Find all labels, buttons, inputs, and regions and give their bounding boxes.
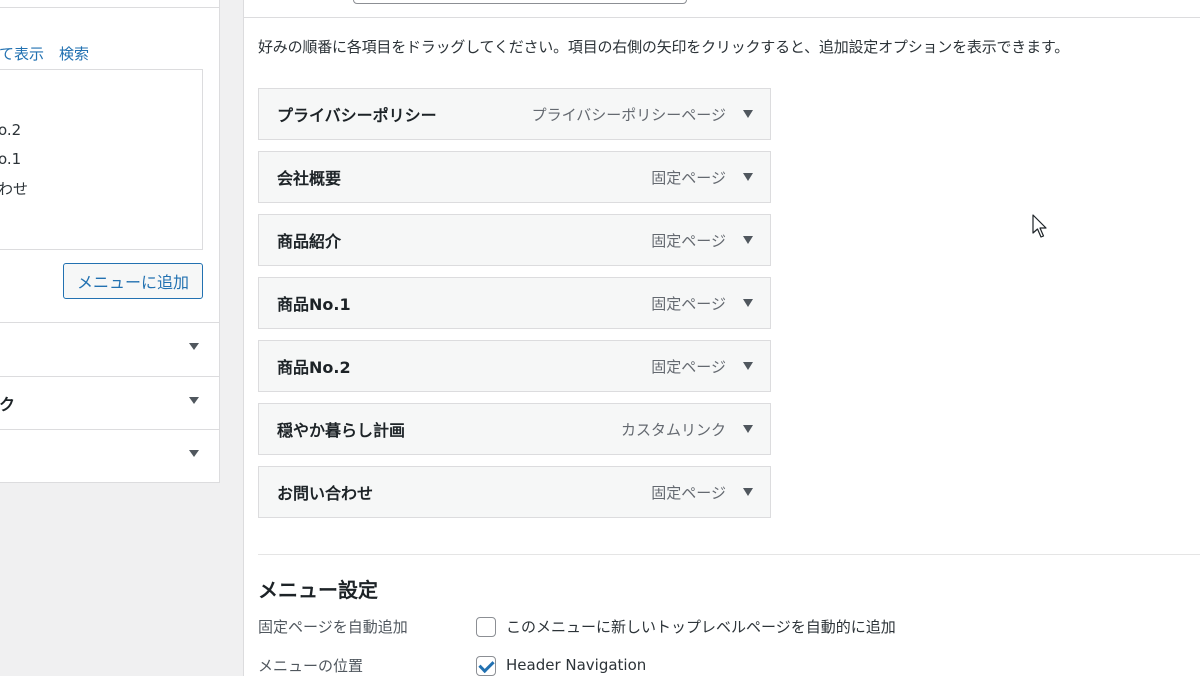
menu-item-type: 固定ページ xyxy=(651,357,726,376)
accordion-label: ク xyxy=(0,395,16,414)
triangle-down-icon[interactable] xyxy=(743,173,753,181)
instruction-text: 好みの順番に各項目をドラッグしてください。項目の右側の矢印をクリックすると、追加… xyxy=(258,38,1070,56)
menu-item-type: 固定ページ xyxy=(651,483,726,502)
menu-item-product-2[interactable]: 商品No.2 固定ページ xyxy=(258,340,771,392)
triangle-down-icon[interactable] xyxy=(743,425,753,433)
tab-view-all[interactable]: て表示 xyxy=(0,43,44,64)
menu-location-label: メニューの位置 xyxy=(258,657,364,675)
section-divider xyxy=(258,554,1200,555)
menu-structure-panel: 好みの順番に各項目をドラッグしてください。項目の右側の矢印をクリックすると、追加… xyxy=(243,0,1200,676)
menu-item-title: お問い合わせ xyxy=(277,484,374,503)
menu-item-privacy-policy[interactable]: プライバシーポリシー プライバシーポリシーページ xyxy=(258,88,771,140)
menu-item-product-1[interactable]: 商品No.1 固定ページ xyxy=(258,277,771,329)
triangle-down-icon[interactable] xyxy=(743,299,753,307)
menu-item-type: カスタムリンク xyxy=(620,420,726,439)
menu-item-type: プライバシーポリシーページ xyxy=(531,105,726,124)
add-menu-items-panel: て表示 検索 o.2 o.1 わせ メニューに追加 ク xyxy=(0,0,220,483)
header-navigation-text[interactable]: Header Navigation xyxy=(506,656,646,674)
list-item[interactable]: o.1 xyxy=(0,150,21,168)
list-item[interactable]: o.2 xyxy=(0,121,21,139)
triangle-down-icon[interactable] xyxy=(743,488,753,496)
tab-search[interactable]: 検索 xyxy=(59,43,89,64)
list-item[interactable]: わせ xyxy=(0,178,28,199)
menu-item-calm-living[interactable]: 穏やか暮らし計画 カスタムリンク xyxy=(258,403,771,455)
menu-item-title: 商品No.2 xyxy=(277,358,351,377)
auto-add-text[interactable]: このメニューに新しいトップレベルページを自動的に追加 xyxy=(506,616,896,637)
menu-item-type: 固定ページ xyxy=(651,168,726,187)
menu-item-title: 穏やか暮らし計画 xyxy=(277,421,406,440)
menu-item-title: プライバシーポリシー xyxy=(277,106,437,125)
header-navigation-checkbox[interactable] xyxy=(476,656,496,676)
menu-item-title: 会社概要 xyxy=(277,169,342,188)
triangle-down-icon[interactable] xyxy=(189,343,199,350)
menu-item-title: 商品No.1 xyxy=(277,295,351,314)
mouse-cursor-icon xyxy=(1032,214,1047,238)
triangle-down-icon[interactable] xyxy=(189,397,199,404)
menu-item-company[interactable]: 会社概要 固定ページ xyxy=(258,151,771,203)
left-top-separator xyxy=(0,7,219,8)
header-separator xyxy=(244,17,1200,18)
auto-add-pages-label: 固定ページを自動追加 xyxy=(258,618,408,636)
triangle-down-icon[interactable] xyxy=(189,450,199,457)
accordion-section-custom-links[interactable]: ク xyxy=(0,376,219,429)
accordion-section[interactable] xyxy=(0,322,219,375)
page-list[interactable]: o.2 o.1 わせ xyxy=(0,69,203,250)
menu-item-title: 商品紹介 xyxy=(277,232,342,251)
triangle-down-icon[interactable] xyxy=(743,362,753,370)
menu-item-contact[interactable]: お問い合わせ 固定ページ xyxy=(258,466,771,518)
triangle-down-icon[interactable] xyxy=(743,236,753,244)
menu-item-type: 固定ページ xyxy=(651,231,726,250)
menu-settings-title: メニュー設定 xyxy=(258,578,378,602)
accordion-section[interactable] xyxy=(0,429,219,482)
menu-item-type: 固定ページ xyxy=(651,294,726,313)
menu-name-input[interactable] xyxy=(353,0,687,4)
triangle-down-icon[interactable] xyxy=(743,110,753,118)
add-to-menu-button[interactable]: メニューに追加 xyxy=(63,263,203,299)
auto-add-checkbox[interactable] xyxy=(476,617,496,637)
menu-item-products[interactable]: 商品紹介 固定ページ xyxy=(258,214,771,266)
